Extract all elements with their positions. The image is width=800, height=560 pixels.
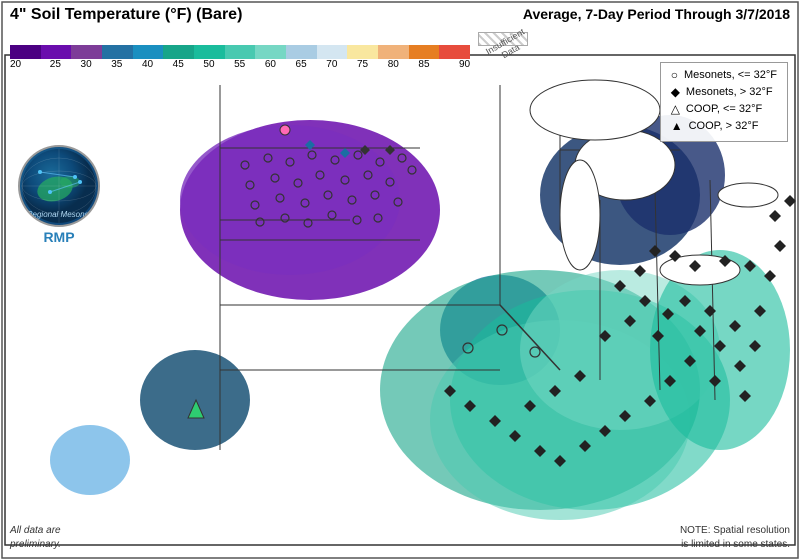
label-65: 65 xyxy=(286,59,317,70)
legend-item-2: ◆ Mesonets, > 32°F xyxy=(671,85,777,99)
mesonet-filled-diamond-icon: ◆ xyxy=(671,85,680,99)
label-45: 45 xyxy=(163,59,194,70)
label-40: 40 xyxy=(132,59,163,70)
label-80: 80 xyxy=(378,59,409,70)
footer-right: NOTE: Spatial resolution is limited in s… xyxy=(680,524,790,552)
label-30: 30 xyxy=(71,59,102,70)
label-85: 85 xyxy=(409,59,440,70)
rmp-label: RMP xyxy=(18,229,100,245)
legend-item-3: △ COOP, <= 32°F xyxy=(671,102,777,116)
mesonet-open-circle-icon: ○ xyxy=(671,68,678,82)
rmp-logo: Regional Mesonet RMP xyxy=(18,145,100,245)
legend-label-2: Mesonets, > 32°F xyxy=(686,86,773,98)
legend-box: ○ Mesonets, <= 32°F ◆ Mesonets, > 32°F △… xyxy=(660,62,788,142)
label-50: 50 xyxy=(194,59,225,70)
legend-label-3: COOP, <= 32°F xyxy=(686,103,762,115)
map-container: 4" Soil Temperature (°F) (Bare) Average,… xyxy=(0,0,800,560)
label-25: 25 xyxy=(40,59,71,70)
coop-filled-triangle-icon: ▲ xyxy=(671,119,683,133)
map-title: 4" Soil Temperature (°F) (Bare) xyxy=(10,6,242,24)
legend-label-4: COOP, > 32°F xyxy=(689,120,759,132)
map-subtitle: Average, 7-Day Period Through 3/7/2018 xyxy=(523,6,790,22)
label-70: 70 xyxy=(316,59,347,70)
label-90: 90 xyxy=(439,59,470,70)
legend-label-1: Mesonets, <= 32°F xyxy=(684,69,777,81)
footer-left: All data are preliminary. xyxy=(10,524,61,552)
label-60: 60 xyxy=(255,59,286,70)
svg-text:Regional Mesonet: Regional Mesonet xyxy=(27,210,92,219)
label-55: 55 xyxy=(224,59,255,70)
legend-item-1: ○ Mesonets, <= 32°F xyxy=(671,68,777,82)
legend-item-4: ▲ COOP, > 32°F xyxy=(671,119,777,133)
label-20: 20 xyxy=(10,59,40,70)
label-75: 75 xyxy=(347,59,378,70)
coop-open-triangle-icon: △ xyxy=(671,102,680,116)
label-35: 35 xyxy=(101,59,132,70)
